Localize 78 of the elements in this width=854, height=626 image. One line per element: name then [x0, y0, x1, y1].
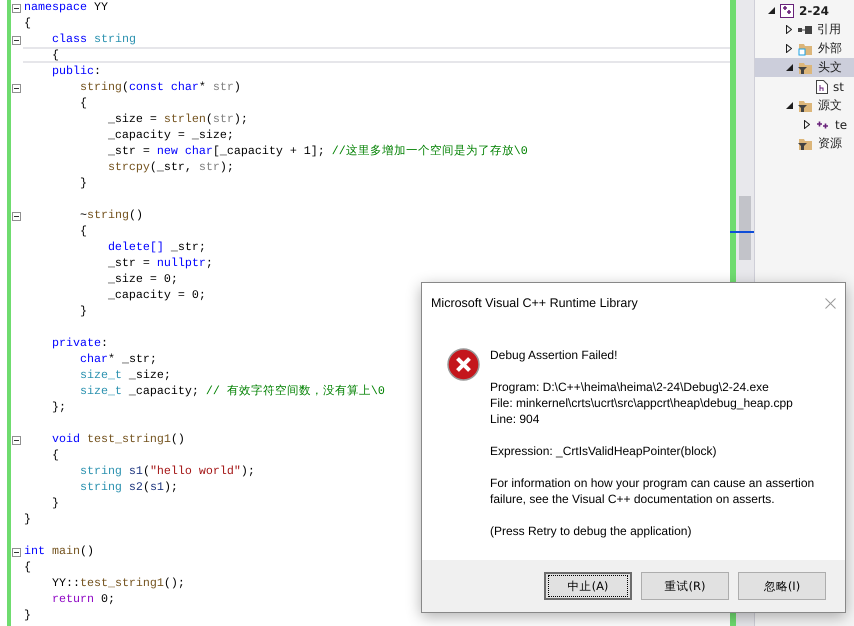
filter-folder-icon [798, 60, 813, 74]
code-line: } [24, 608, 31, 622]
tree-item[interactable]: 引用 [755, 20, 854, 39]
dialog-button[interactable]: 中止(A) [544, 572, 632, 600]
references-icon [798, 24, 812, 34]
message-expression: Expression: _CrtIsValidHeapPointer(block) [490, 443, 718, 459]
code-line: _size = 0; [106, 272, 178, 286]
message-hint: (Press Retry to debug the application) [490, 523, 692, 539]
message-info: For information on how your program can cause an assertion failure, see the Visual C++ documentation on asserts. [490, 475, 816, 507]
message-detail: File: minkernel\crts\ucrt\src\appcrt\heap\debug_heap.cpp [490, 395, 794, 411]
code-line: { [78, 96, 87, 110]
tree-item[interactable]: 头文 [755, 58, 854, 77]
filter-folder-icon [798, 98, 813, 112]
code-line: _capacity = _size; [106, 128, 234, 142]
code-line: { [50, 48, 59, 62]
tree-item[interactable]: 外部 [755, 39, 854, 58]
code-line: class string [50, 32, 136, 46]
caret-marker [730, 231, 754, 233]
code-line: string s2(s1); [78, 480, 178, 494]
code-line: return 0; [50, 592, 115, 606]
code-line: private: [50, 336, 108, 350]
code-line: namespace YY [24, 0, 108, 14]
message-detail: Line: 904 [490, 411, 540, 427]
close-icon[interactable] [825, 298, 836, 308]
collapse-icon[interactable] [12, 4, 21, 13]
collapse-icon[interactable] [12, 436, 21, 445]
code-line: { [24, 16, 31, 30]
code-line: } [78, 176, 87, 190]
collapsed-arrow-icon[interactable] [786, 44, 792, 53]
code-line: { [24, 560, 31, 574]
error-icon [447, 348, 480, 381]
collapse-icon[interactable] [12, 84, 21, 93]
project-icon [780, 4, 794, 18]
folder-icon [798, 42, 813, 56]
message-heading: Debug Assertion Failed! [490, 347, 618, 363]
collapse-icon[interactable] [12, 548, 21, 557]
code-line: { [78, 224, 87, 238]
code-line: YY::test_string1(); [50, 576, 185, 590]
code-line: _capacity = 0; [106, 288, 206, 302]
code-line: size_t _capacity; // 有效字符空间数，没有算上\0 [78, 384, 385, 398]
code-line: delete[] _str; [106, 240, 206, 254]
code-line: } [78, 304, 87, 318]
code-line: { [50, 448, 59, 462]
expanded-arrow-icon[interactable] [768, 7, 774, 14]
expanded-arrow-icon[interactable] [786, 64, 792, 71]
dialog-title: Microsoft Visual C++ Runtime Library [431, 296, 638, 310]
tree-item[interactable]: 资源 [755, 134, 854, 153]
code-line: size_t _size; [78, 368, 171, 382]
file-icon [816, 80, 828, 94]
code-line: void test_string1() [50, 432, 185, 446]
collapsed-arrow-icon[interactable] [804, 120, 810, 129]
code-line: string s1("hello world"); [78, 464, 255, 478]
tree-item[interactable]: 2-24 [755, 1, 854, 20]
code-line: int main() [24, 544, 94, 558]
code-line: } [24, 512, 31, 526]
filter-folder-icon [798, 136, 813, 150]
code-line: } [50, 496, 59, 510]
code-line: public: [50, 64, 101, 78]
code-line: strcpy(_str, str); [106, 160, 234, 174]
collapse-icon[interactable] [12, 36, 21, 45]
scrollbar-thumb[interactable] [739, 196, 751, 260]
message-detail: Program: D:\C++\heima\heima\2-24\Debug\2-24.exe [490, 379, 770, 395]
tree-item[interactable]: 源文 [755, 96, 854, 115]
code-line: _size = strlen(str); [106, 112, 248, 126]
tree-item[interactable]: te [755, 115, 854, 134]
code-line: }; [50, 400, 66, 414]
code-line: _str = new char[_capacity + 1]; //这里多增加一个空间是为了存放\0 [106, 144, 528, 158]
plus-plus-icon [816, 120, 830, 130]
code-line: string(const char* str) [78, 80, 241, 94]
code-line: _str = nullptr; [106, 256, 213, 270]
collapse-icon[interactable] [12, 212, 21, 221]
dialog-button[interactable]: 重试(R) [641, 572, 729, 600]
dialog-button[interactable]: 忽略(I) [738, 572, 826, 600]
code-line: ~string() [78, 208, 143, 222]
tree-item[interactable]: st [755, 77, 854, 96]
code-line: char* _str; [78, 352, 157, 366]
collapsed-arrow-icon[interactable] [786, 25, 792, 34]
expanded-arrow-icon[interactable] [786, 102, 792, 109]
